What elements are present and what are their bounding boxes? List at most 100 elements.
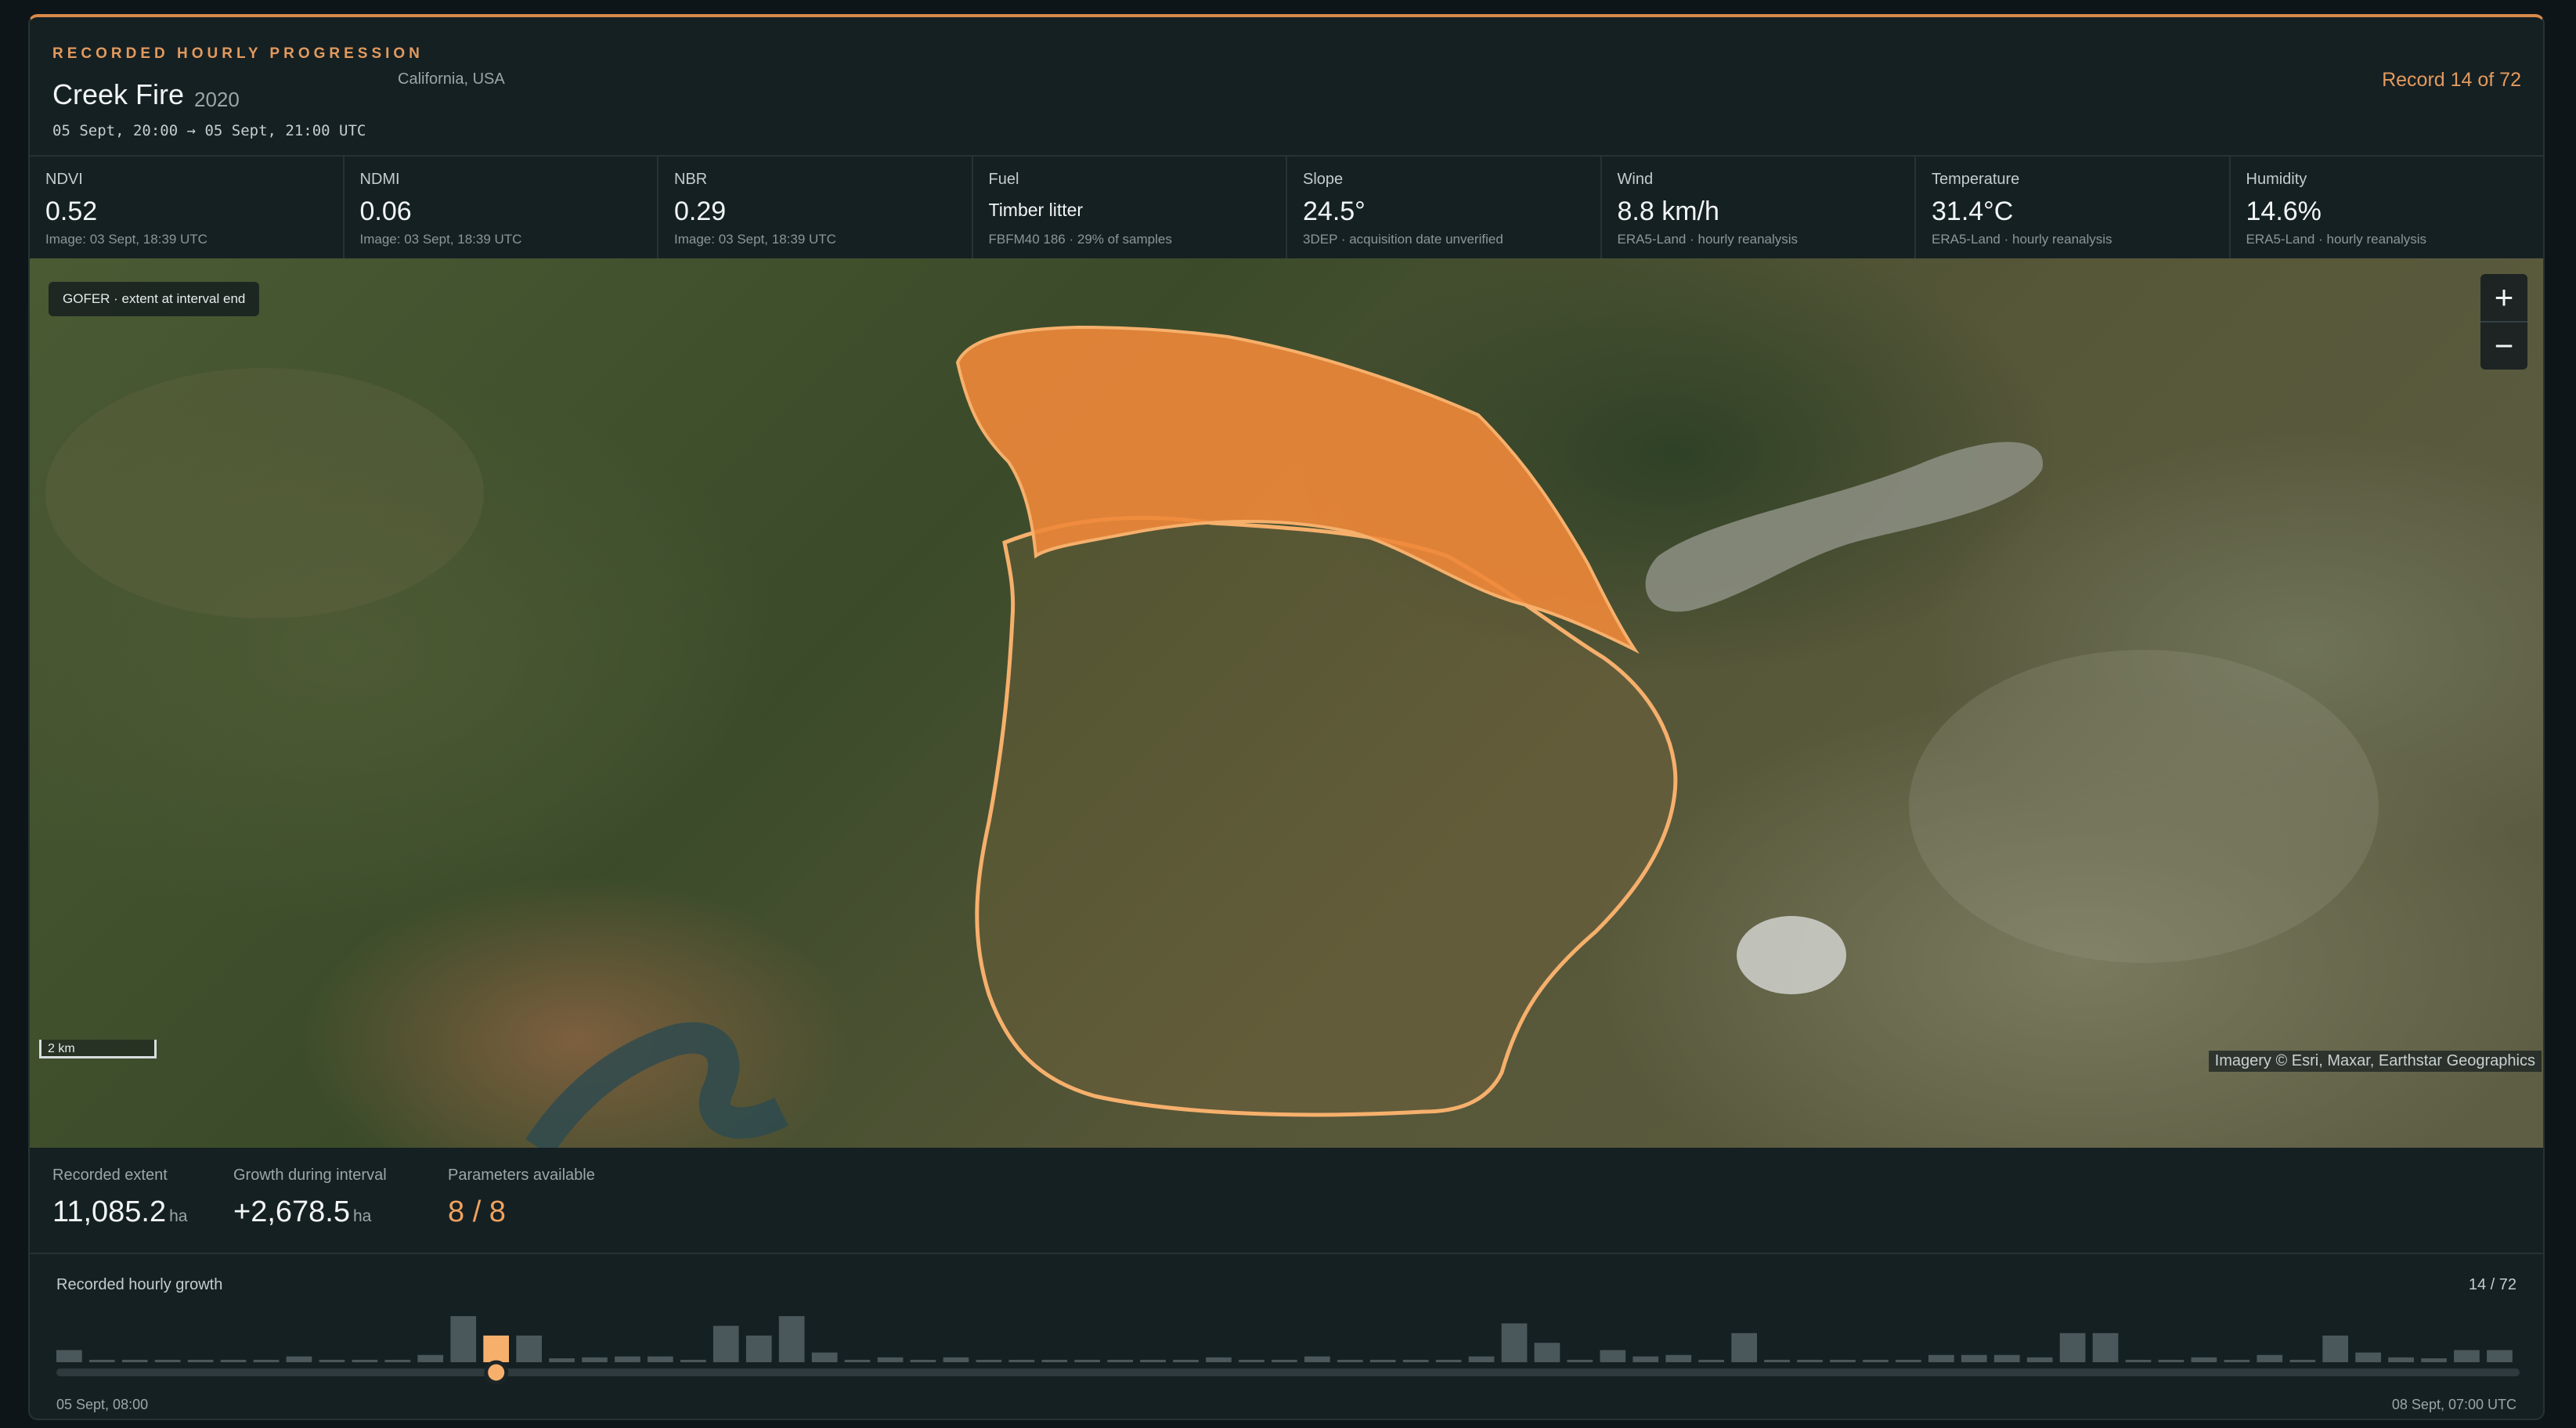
- timeline-scrubber-handle[interactable]: [484, 1360, 509, 1385]
- timeline-bar[interactable]: [680, 1359, 706, 1362]
- timeline-bar[interactable]: [2191, 1357, 2217, 1362]
- timeline-bar[interactable]: [2092, 1332, 2119, 1362]
- timeline-bar[interactable]: [1008, 1359, 1035, 1362]
- timeline-bar[interactable]: [1402, 1359, 1429, 1362]
- stat-number: +2,678.5: [233, 1195, 350, 1228]
- timeline-bar[interactable]: [1140, 1359, 1166, 1362]
- timeline-bar[interactable]: [1337, 1359, 1363, 1362]
- timeline-bar[interactable]: [187, 1359, 214, 1362]
- timeline-bar[interactable]: [352, 1359, 378, 1362]
- timeline-bar[interactable]: [778, 1316, 805, 1362]
- timeline-track[interactable]: [56, 1368, 2520, 1376]
- timeline-bar[interactable]: [713, 1325, 739, 1363]
- timeline-bar[interactable]: [1961, 1354, 1987, 1362]
- metric-label: NBR: [674, 171, 708, 188]
- timeline-bar[interactable]: [88, 1359, 115, 1362]
- timeline-bar[interactable]: [1764, 1359, 1790, 1362]
- timeline-bar[interactable]: [220, 1359, 247, 1362]
- timeline-bar[interactable]: [811, 1352, 838, 1362]
- timeline-bar[interactable]: [1665, 1354, 1692, 1362]
- timeline-bar[interactable]: [516, 1335, 542, 1362]
- timeline-bar[interactable]: [1830, 1359, 1856, 1362]
- timeline-bar[interactable]: [943, 1357, 969, 1362]
- timeline-bar-selected[interactable]: [483, 1335, 509, 1362]
- timeline-bar[interactable]: [1239, 1359, 1265, 1362]
- timeline-bar[interactable]: [2224, 1359, 2250, 1362]
- timeline-bar[interactable]: [2026, 1357, 2053, 1362]
- metric-source: FBFM40 186 · 29% of samples: [988, 232, 1172, 247]
- stat-value: 8 / 8: [448, 1195, 506, 1228]
- stat-recorded-extent: Recorded extent 11,085.2 ha: [52, 1167, 187, 1229]
- timeline-bar[interactable]: [1567, 1359, 1593, 1362]
- metric-label: Wind: [1617, 171, 1654, 188]
- timeline-bar[interactable]: [1041, 1359, 1068, 1362]
- timeline-bar[interactable]: [1600, 1350, 1626, 1363]
- timeline-end-label: 08 Sept, 07:00 UTC: [2391, 1397, 2516, 1412]
- timeline-bar[interactable]: [253, 1359, 280, 1362]
- timeline-bar[interactable]: [844, 1359, 871, 1362]
- timeline-bar[interactable]: [615, 1356, 640, 1362]
- timeline-bar[interactable]: [1435, 1359, 1462, 1362]
- timeline-bar[interactable]: [1534, 1343, 1560, 1362]
- timeline-bar[interactable]: [2158, 1359, 2185, 1362]
- timeline-bar[interactable]: [2257, 1354, 2283, 1362]
- timeline-bar[interactable]: [1993, 1354, 2020, 1362]
- metric-value: 24.5°: [1303, 197, 1366, 226]
- timeline-bar[interactable]: [1173, 1359, 1199, 1362]
- timeline-bar[interactable]: [1272, 1359, 1297, 1362]
- timeline-bar[interactable]: [286, 1356, 312, 1362]
- timeline-bar[interactable]: [1369, 1359, 1396, 1362]
- timeline-bar[interactable]: [549, 1358, 575, 1362]
- satellite-map[interactable]: GOFER · extent at interval end + − 2 km …: [30, 258, 2543, 1148]
- river-shape: [525, 1022, 788, 1148]
- zoom-out-button[interactable]: −: [2480, 323, 2527, 370]
- timeline-bar[interactable]: [56, 1350, 82, 1363]
- timeline-bar[interactable]: [1501, 1323, 1528, 1362]
- timeline-bar[interactable]: [1896, 1359, 1921, 1362]
- stat-value: 11,085.2 ha: [52, 1195, 187, 1229]
- timeline-bar[interactable]: [2322, 1335, 2348, 1362]
- timeline-bar[interactable]: [1206, 1357, 1232, 1362]
- timeline-bar[interactable]: [121, 1359, 148, 1362]
- zoom-in-button[interactable]: +: [2480, 274, 2527, 321]
- stat-number: 11,085.2: [52, 1195, 167, 1228]
- stat-growth: Growth during interval +2,678.5 ha: [233, 1167, 387, 1229]
- timeline-bar[interactable]: [2487, 1350, 2513, 1363]
- timeline-bar[interactable]: [1633, 1356, 1659, 1362]
- timeline-bar[interactable]: [450, 1316, 477, 1362]
- timeline-bar[interactable]: [1797, 1359, 1823, 1362]
- timeline-bar[interactable]: [582, 1357, 608, 1362]
- metric-label: Humidity: [2246, 171, 2307, 188]
- timeline-bar[interactable]: [1074, 1359, 1100, 1362]
- timeline-bar[interactable]: [910, 1359, 936, 1362]
- metric-ndmi: NDMI 0.06 Image: 03 Sept, 18:39 UTC: [345, 157, 658, 258]
- metric-label: Fuel: [988, 171, 1019, 188]
- timeline-bar[interactable]: [417, 1354, 444, 1362]
- timeline-bar[interactable]: [976, 1359, 1002, 1362]
- timeline-bar[interactable]: [1863, 1359, 1889, 1362]
- section-eyebrow: RECORDED HOURLY PROGRESSION: [52, 45, 424, 62]
- timeline-bar[interactable]: [2125, 1359, 2152, 1362]
- timeline-bar[interactable]: [648, 1356, 673, 1362]
- timeline-bar[interactable]: [1698, 1359, 1724, 1362]
- timeline-bar[interactable]: [2454, 1350, 2480, 1363]
- timeline-bar[interactable]: [1928, 1354, 1954, 1362]
- timeline-bars: [56, 1316, 2513, 1362]
- timeline-bar[interactable]: [384, 1359, 411, 1362]
- timeline-bar[interactable]: [2059, 1332, 2086, 1362]
- timeline-bar[interactable]: [2355, 1352, 2381, 1362]
- timeline-bar[interactable]: [1107, 1359, 1133, 1362]
- timeline-bar[interactable]: [745, 1335, 772, 1362]
- timeline-bar[interactable]: [2388, 1357, 2414, 1362]
- timeline-bar[interactable]: [1468, 1356, 1495, 1362]
- timeline-chart[interactable]: [30, 1301, 2545, 1387]
- timeline-title: Recorded hourly growth: [56, 1276, 223, 1293]
- stat-unit: ha: [169, 1207, 188, 1225]
- timeline-bar[interactable]: [1304, 1356, 1330, 1362]
- timeline-bar[interactable]: [877, 1357, 904, 1362]
- timeline-bar[interactable]: [2289, 1359, 2316, 1362]
- timeline-bar[interactable]: [1731, 1332, 1757, 1362]
- timeline-bar[interactable]: [319, 1359, 345, 1362]
- timeline-bar[interactable]: [154, 1359, 181, 1362]
- timeline-bar[interactable]: [2421, 1358, 2447, 1362]
